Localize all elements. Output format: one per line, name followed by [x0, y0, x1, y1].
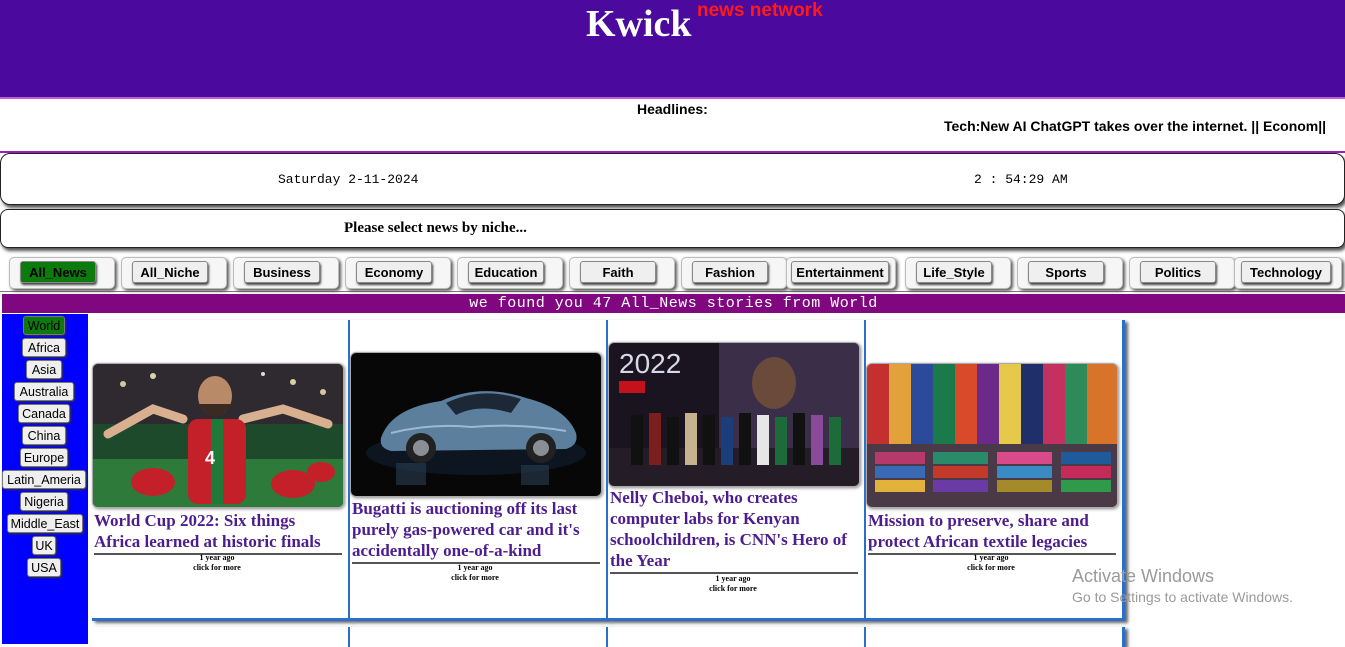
- region-china[interactable]: China: [22, 426, 66, 445]
- date-time-bar: Saturday 2-11-2024 2 : 54:29 AM: [0, 153, 1345, 205]
- article-title[interactable]: World Cup 2022: Six things Africa learne…: [94, 510, 342, 555]
- tab-education[interactable]: Education: [468, 261, 544, 283]
- headlines-ticker[interactable]: Tech:New AI ChatGPT takes over the inter…: [944, 118, 1344, 134]
- region-australia[interactable]: Australia: [14, 382, 74, 401]
- tab-sports[interactable]: Sports: [1028, 261, 1104, 283]
- tab-life-style[interactable]: Life_Style: [916, 261, 992, 283]
- tab-cell: Politics: [1129, 257, 1235, 289]
- region-middle-east[interactable]: Middle_East: [7, 514, 83, 533]
- tab-cell: All_Niche: [121, 257, 227, 289]
- tab-all-niche[interactable]: All_Niche: [132, 261, 208, 283]
- article-card[interactable]: [608, 627, 867, 647]
- niche-prompt-label: Please select news by niche...: [344, 220, 527, 236]
- click-for-more-link[interactable]: click for more: [608, 584, 858, 594]
- article-card[interactable]: Bugatti is auctioning off its last purel…: [350, 320, 609, 621]
- tab-cell: Economy: [345, 257, 451, 289]
- article-meta: 1 year ago click for more: [350, 563, 600, 583]
- region-latin-america[interactable]: Latin_Ameria: [2, 470, 86, 489]
- region-usa[interactable]: USA: [27, 558, 61, 577]
- tab-all-news[interactable]: All_News: [20, 261, 96, 283]
- article-title[interactable]: Bugatti is auctioning off its last purel…: [352, 498, 600, 564]
- site-logo[interactable]: Kwick: [586, 2, 692, 46]
- current-time: 2 : 54:29 AM: [974, 172, 1068, 187]
- cnn-heroes-stage-image[interactable]: 2022: [608, 342, 860, 487]
- region-sidebar: World Africa Asia Australia Canada China…: [2, 314, 88, 644]
- tab-cell: Faith: [569, 257, 675, 289]
- tab-business[interactable]: Business: [244, 261, 320, 283]
- watermark-subtitle: Go to Settings to activate Windows.: [1072, 589, 1293, 605]
- tab-cell: Fashion: [681, 257, 787, 289]
- tab-politics[interactable]: Politics: [1140, 261, 1216, 283]
- niche-tabs: All_News All_Niche Business Economy Educ…: [0, 253, 1345, 292]
- tab-technology[interactable]: Technology: [1241, 261, 1331, 283]
- article-card[interactable]: 2022 Nelly Cheboi, who creates computer …: [608, 320, 867, 621]
- tab-economy[interactable]: Economy: [356, 261, 432, 283]
- football-celebration-image[interactable]: 4: [92, 363, 344, 508]
- headlines-bar: Headlines: Tech:New AI ChatGPT takes ove…: [0, 99, 1345, 153]
- niche-prompt-bar: Please select news by niche...: [0, 209, 1345, 248]
- bugatti-car-image[interactable]: [350, 352, 602, 497]
- tab-cell: Technology: [1234, 257, 1342, 289]
- watermark-title: Activate Windows: [1072, 566, 1215, 586]
- article-card[interactable]: [92, 627, 351, 647]
- masthead: Kwick news network: [0, 0, 1345, 99]
- article-time: 1 year ago: [715, 574, 751, 583]
- click-for-more-link[interactable]: click for more: [350, 573, 600, 583]
- article-title[interactable]: Mission to preserve, share and protect A…: [868, 510, 1116, 555]
- article-title[interactable]: Nelly Cheboi, who creates computer labs …: [610, 487, 858, 574]
- tab-entertainment[interactable]: Entertainment: [791, 261, 889, 283]
- article-card[interactable]: [866, 627, 1125, 647]
- article-time: 1 year ago: [457, 563, 493, 572]
- tab-cell: Life_Style: [905, 257, 1011, 289]
- article-meta: 1 year ago click for more: [608, 574, 858, 594]
- tab-cell: Sports: [1017, 257, 1123, 289]
- tab-cell: All_News: [9, 257, 115, 289]
- region-uk[interactable]: UK: [32, 536, 56, 555]
- article-card[interactable]: [350, 627, 609, 647]
- tab-fashion[interactable]: Fashion: [692, 261, 768, 283]
- region-europe[interactable]: Europe: [20, 448, 68, 467]
- results-summary: we found you 47 All_News stories from Wo…: [2, 294, 1345, 313]
- region-asia[interactable]: Asia: [26, 360, 62, 379]
- region-world[interactable]: World: [23, 316, 65, 335]
- african-textiles-image[interactable]: [866, 363, 1118, 508]
- current-date: Saturday 2-11-2024: [278, 172, 419, 187]
- article-meta: 1 year ago click for more: [92, 553, 342, 573]
- article-time: 1 year ago: [199, 553, 235, 562]
- headlines-label: Headlines:: [637, 101, 708, 117]
- article-time: 1 year ago: [973, 553, 1009, 562]
- region-africa[interactable]: Africa: [22, 338, 66, 357]
- article-card[interactable]: 4 World Cup 2022: Six things Africa lear…: [92, 320, 351, 621]
- svg-text:4: 4: [205, 448, 215, 468]
- tab-cell: Business: [233, 257, 339, 289]
- image-caption-year: 2022: [619, 348, 681, 379]
- activate-windows-watermark: Activate Windows Go to Settings to activ…: [1072, 566, 1293, 605]
- site-logo-tagline: news network: [697, 0, 823, 21]
- region-canada[interactable]: Canada: [18, 404, 70, 423]
- click-for-more-link[interactable]: click for more: [92, 563, 342, 573]
- region-nigeria[interactable]: Nigeria: [20, 492, 68, 511]
- tab-cell: Education: [457, 257, 563, 289]
- tab-faith[interactable]: Faith: [580, 261, 656, 283]
- tab-cell: Entertainment: [786, 257, 896, 289]
